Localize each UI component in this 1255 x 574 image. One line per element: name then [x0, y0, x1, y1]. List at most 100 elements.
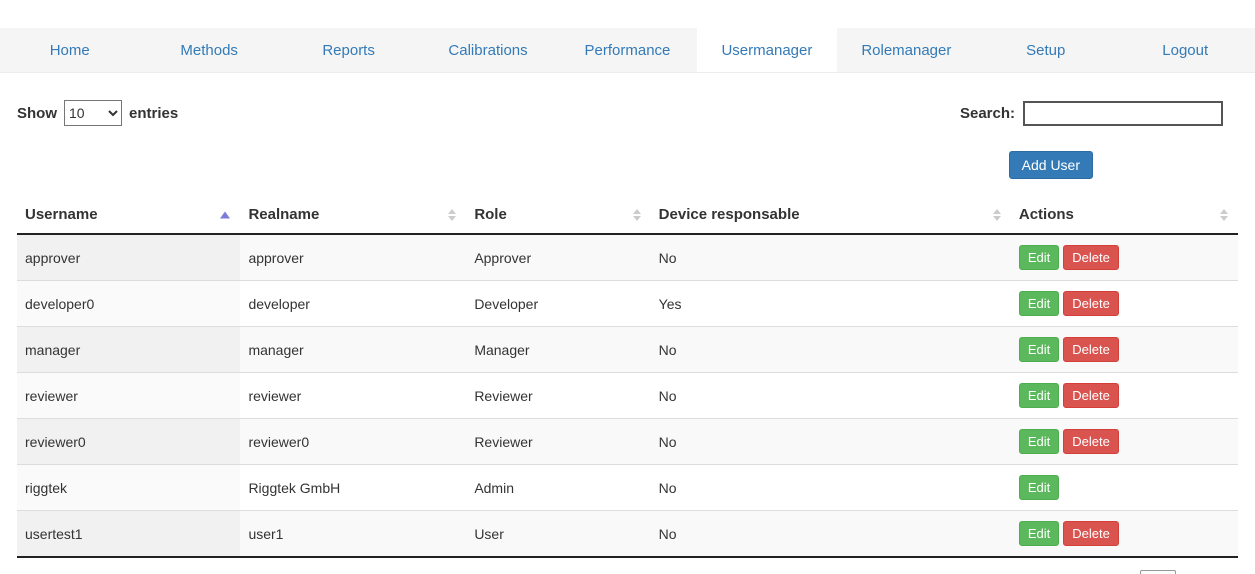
- edit-button[interactable]: Edit: [1019, 337, 1059, 362]
- role-cell: Reviewer: [466, 419, 650, 465]
- actions-cell: EditDelete: [1011, 373, 1238, 419]
- nav-tab-setup[interactable]: Setup: [976, 28, 1115, 72]
- sort-ascending-icon: [220, 211, 230, 218]
- realname-cell: user1: [240, 511, 466, 558]
- pagination: Previous 1 Next: [1052, 570, 1238, 574]
- page-1-button[interactable]: 1: [1140, 570, 1176, 574]
- device-responsable-cell: No: [651, 465, 1011, 511]
- table-footer: Showing 1 to 7 of 7 entries Previous 1 N…: [17, 570, 1238, 574]
- sort-both-icon: [633, 209, 641, 221]
- column-header-role[interactable]: Role: [466, 196, 650, 234]
- content-area: Show 10 entries Search: Add User Usernam…: [0, 100, 1255, 574]
- show-label: Show: [17, 105, 57, 122]
- entries-label: entries: [129, 105, 178, 122]
- sort-up-arrow: [633, 209, 641, 214]
- sort-down-arrow: [448, 216, 456, 221]
- sort-up-arrow: [448, 209, 456, 214]
- device-responsable-cell: No: [651, 419, 1011, 465]
- nav-tab-methods[interactable]: Methods: [139, 28, 278, 72]
- table-row-reviewer0: reviewer0reviewer0ReviewerNoEditDelete: [17, 419, 1238, 465]
- delete-button[interactable]: Delete: [1063, 429, 1119, 454]
- edit-button[interactable]: Edit: [1019, 521, 1059, 546]
- table-row-approver: approverapproverApproverNoEditDelete: [17, 234, 1238, 281]
- actions-cell: EditDelete: [1011, 234, 1238, 281]
- table-row-developer0: developer0developerDeveloperYesEditDelet…: [17, 281, 1238, 327]
- username-cell: approver: [17, 234, 240, 281]
- column-header-realname[interactable]: Realname: [240, 196, 466, 234]
- main-nav: HomeMethodsReportsCalibrationsPerformanc…: [0, 28, 1255, 73]
- nav-tab-home[interactable]: Home: [0, 28, 139, 72]
- actions-cell: EditDelete: [1011, 281, 1238, 327]
- realname-cell: approver: [240, 234, 466, 281]
- table-row-reviewer: reviewerreviewerReviewerNoEditDelete: [17, 373, 1238, 419]
- column-header-username[interactable]: Username: [17, 196, 240, 234]
- column-label: Device responsable: [659, 206, 800, 223]
- show-entries-control: Show 10 entries: [17, 100, 178, 126]
- delete-button[interactable]: Delete: [1063, 383, 1119, 408]
- page-length-select[interactable]: 10: [64, 100, 122, 126]
- role-cell: User: [466, 511, 650, 558]
- sort-down-arrow: [1220, 216, 1228, 221]
- nav-tab-rolemanager[interactable]: Rolemanager: [837, 28, 976, 72]
- column-header-actions[interactable]: Actions: [1011, 196, 1238, 234]
- table-row-manager: managermanagerManagerNoEditDelete: [17, 327, 1238, 373]
- add-user-button[interactable]: Add User: [1009, 151, 1093, 179]
- nav-tab-logout[interactable]: Logout: [1116, 28, 1255, 72]
- edit-button[interactable]: Edit: [1019, 245, 1059, 270]
- device-responsable-cell: No: [651, 511, 1011, 558]
- column-label: Actions: [1019, 206, 1074, 223]
- sort-down-arrow: [633, 216, 641, 221]
- realname-cell: developer: [240, 281, 466, 327]
- username-cell: manager: [17, 327, 240, 373]
- device-responsable-cell: No: [651, 373, 1011, 419]
- actions-cell: Edit: [1011, 465, 1238, 511]
- edit-button[interactable]: Edit: [1019, 429, 1059, 454]
- users-table: Username Realname Role Device responsable Ac…: [17, 196, 1238, 558]
- role-cell: Approver: [466, 234, 650, 281]
- role-cell: Reviewer: [466, 373, 650, 419]
- delete-button[interactable]: Delete: [1063, 245, 1119, 270]
- sort-down-arrow: [993, 216, 1001, 221]
- table-row-usertest1: usertest1user1UserNoEditDelete: [17, 511, 1238, 558]
- header-row: Username Realname Role Device responsable Ac…: [17, 196, 1238, 234]
- column-label: Username: [25, 206, 98, 223]
- delete-button[interactable]: Delete: [1063, 291, 1119, 316]
- username-cell: usertest1: [17, 511, 240, 558]
- realname-cell: manager: [240, 327, 466, 373]
- role-cell: Manager: [466, 327, 650, 373]
- actions-cell: EditDelete: [1011, 511, 1238, 558]
- delete-button[interactable]: Delete: [1063, 337, 1119, 362]
- sort-up-arrow: [1220, 209, 1228, 214]
- device-responsable-cell: No: [651, 327, 1011, 373]
- sort-up-arrow: [220, 211, 230, 218]
- nav-tab-reports[interactable]: Reports: [279, 28, 418, 72]
- column-header-device-responsable[interactable]: Device responsable: [651, 196, 1011, 234]
- device-responsable-cell: Yes: [651, 281, 1011, 327]
- realname-cell: reviewer: [240, 373, 466, 419]
- search-input[interactable]: [1023, 101, 1223, 126]
- edit-button[interactable]: Edit: [1019, 475, 1059, 500]
- username-cell: reviewer0: [17, 419, 240, 465]
- edit-button[interactable]: Edit: [1019, 383, 1059, 408]
- delete-button[interactable]: Delete: [1063, 521, 1119, 546]
- column-label: Role: [474, 206, 507, 223]
- search-control: Search:: [960, 101, 1223, 126]
- nav-tab-usermanager[interactable]: Usermanager: [697, 28, 836, 72]
- username-cell: riggtek: [17, 465, 240, 511]
- nav-tab-calibrations[interactable]: Calibrations: [418, 28, 557, 72]
- username-cell: developer0: [17, 281, 240, 327]
- sort-both-icon: [993, 209, 1001, 221]
- add-user-row: Add User: [17, 151, 1238, 179]
- actions-cell: EditDelete: [1011, 327, 1238, 373]
- role-cell: Admin: [466, 465, 650, 511]
- sort-both-icon: [1220, 209, 1228, 221]
- column-label: Realname: [248, 206, 319, 223]
- realname-cell: reviewer0: [240, 419, 466, 465]
- actions-cell: EditDelete: [1011, 419, 1238, 465]
- nav-tab-performance[interactable]: Performance: [558, 28, 697, 72]
- realname-cell: Riggtek GmbH: [240, 465, 466, 511]
- sort-both-icon: [448, 209, 456, 221]
- sort-up-arrow: [993, 209, 1001, 214]
- table-row-riggtek: riggtekRiggtek GmbHAdminNo Edit: [17, 465, 1238, 511]
- edit-button[interactable]: Edit: [1019, 291, 1059, 316]
